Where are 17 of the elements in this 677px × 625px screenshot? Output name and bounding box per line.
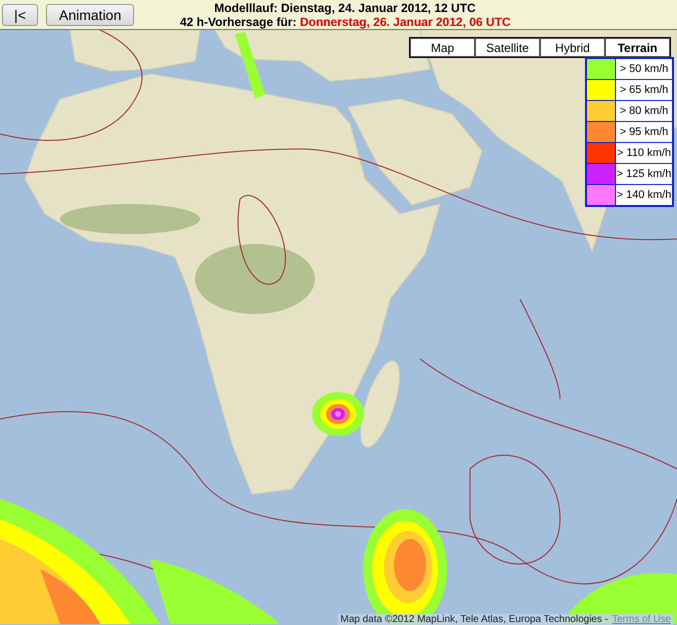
legend-label: > 140 km/h [616, 185, 672, 205]
map-attribution: Map data ©2012 MapLink, Tele Atlas, Europa Technologies - [340, 614, 608, 625]
map-type-tab[interactable]: Terrain [605, 38, 670, 57]
forecast-time: Donnerstag, 26. Januar 2012, 06 UTC [300, 15, 511, 29]
map-type-tab[interactable]: Map [410, 38, 475, 57]
map-type-tab[interactable]: Hybrid [540, 38, 605, 57]
legend-label: > 125 km/h [616, 164, 672, 184]
first-frame-button[interactable]: |< [2, 4, 38, 26]
legend-label: > 80 km/h [616, 101, 672, 121]
map-type-tab[interactable]: Satellite [475, 38, 540, 57]
legend-label: > 65 km/h [616, 80, 672, 100]
legend-label: > 50 km/h [616, 59, 672, 79]
legend-label: > 110 km/h [616, 143, 672, 163]
forecast-label: 42 h-Vorhersage für: [180, 15, 296, 29]
animation-button[interactable]: Animation [46, 4, 134, 26]
legend-label: > 95 km/h [616, 122, 672, 142]
model-run-text: Modelllauf: Dienstag, 24. Januar 2012, 12 UTC [213, 1, 477, 15]
